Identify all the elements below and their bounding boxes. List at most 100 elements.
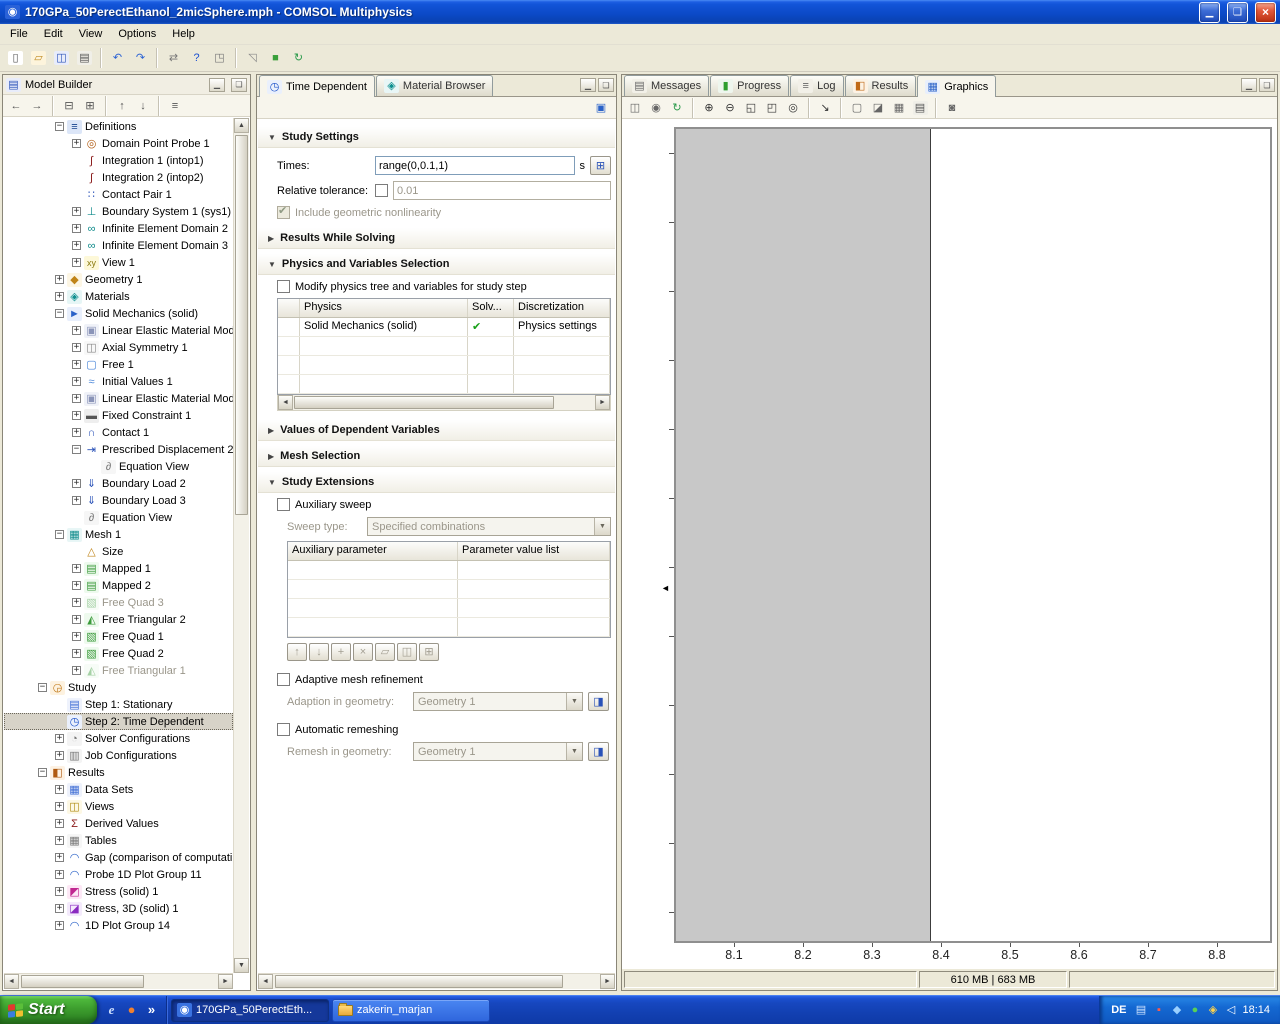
tree-expander[interactable]: + (72, 377, 81, 386)
tree-expander[interactable]: + (55, 802, 64, 811)
transparency-button[interactable]: ◪ (868, 98, 888, 117)
tree-item-integration-1-intop1[interactable]: +∫Integration 1 (intop1) (4, 152, 233, 169)
panel-minimize-button[interactable]: ▁ (580, 78, 596, 92)
refresh-button[interactable]: ↻ (667, 98, 687, 117)
tree-expander[interactable]: + (72, 224, 81, 233)
tree-expander[interactable]: + (72, 411, 81, 420)
tree-item-fixed-constraint-1[interactable]: +▬Fixed Constraint 1 (4, 407, 233, 424)
table-row[interactable] (288, 561, 610, 580)
save-file-button[interactable]: ◫ (397, 643, 417, 661)
table-row[interactable] (278, 356, 610, 375)
tree-expander[interactable]: + (55, 921, 64, 930)
table-row[interactable]: Solid Mechanics (solid)✔Physics settings (278, 318, 610, 337)
tree-expander[interactable]: + (55, 734, 64, 743)
save-button[interactable]: ◫ (50, 47, 73, 70)
range-button[interactable]: ⊞ (419, 643, 439, 661)
tree-item-free-quad-3[interactable]: +▧Free Quad 3 (4, 594, 233, 611)
compute-button[interactable]: ▣ (591, 98, 611, 117)
modify-physics-checkbox[interactable] (277, 280, 290, 293)
tree-item-infinite-element-domain-2[interactable]: +∞Infinite Element Domain 2 (4, 220, 233, 237)
zoom-in-button[interactable]: ⊕ (699, 98, 719, 117)
tree-item-linear-elastic-material-mod[interactable]: +▣Linear Elastic Material Mod (4, 322, 233, 339)
tree-expander[interactable]: + (72, 428, 81, 437)
scene-light-button[interactable]: ▢ (847, 98, 867, 117)
tab-results[interactable]: ◧Results (845, 75, 917, 96)
print-button[interactable]: ▤ (73, 47, 96, 70)
tree-item-job-configurations[interactable]: +▥Job Configurations (4, 747, 233, 764)
tree-item-results[interactable]: −◧Results (4, 764, 233, 781)
go-to-source-button[interactable]: ◨ (588, 742, 609, 761)
tree-item-step-2-time-dependent[interactable]: +◷Step 2: Time Dependent (4, 713, 233, 730)
tree-item-study[interactable]: −◶Study (4, 679, 233, 696)
tree-expander[interactable]: + (72, 666, 81, 675)
help-button[interactable]: ? (185, 47, 208, 70)
load-file-button[interactable]: ▱ (375, 643, 395, 661)
tree-item-gap-comparison-of-computati[interactable]: +◠Gap (comparison of computati (4, 849, 233, 866)
tree-expander[interactable]: + (72, 496, 81, 505)
tree-expander[interactable]: + (55, 836, 64, 845)
update-icon[interactable]: ● (1187, 1003, 1202, 1018)
tree-expander[interactable]: + (72, 598, 81, 607)
settings-horizontal-scrollbar[interactable]: ◄ ► (258, 973, 615, 989)
panel-maximize-button[interactable]: ❏ (231, 78, 247, 92)
tree-expander[interactable]: − (38, 683, 47, 692)
tree-item-solid-mechanics-solid[interactable]: −►Solid Mechanics (solid) (4, 305, 233, 322)
scrollbar-thumb[interactable] (275, 975, 563, 988)
menu-file[interactable]: File (2, 25, 36, 43)
tree-item-step-1-stationary[interactable]: +▤Step 1: Stationary (4, 696, 233, 713)
pan-button[interactable]: ◎ (783, 98, 803, 117)
move-up-button[interactable]: ↑ (112, 96, 132, 115)
tree-expander[interactable]: + (55, 870, 64, 879)
messenger-icon[interactable]: ◆ (1169, 1003, 1184, 1018)
scroll-up-icon[interactable]: ▲ (234, 118, 249, 133)
wireframe-button[interactable]: ▦ (889, 98, 909, 117)
panel-maximize-button[interactable]: ❏ (598, 78, 614, 92)
tree-item-boundary-load-3[interactable]: +⇓Boundary Load 3 (4, 492, 233, 509)
adaption-geometry-select[interactable]: Geometry 1 ▼ (413, 692, 583, 711)
scroll-left-icon[interactable]: ◄ (278, 395, 293, 410)
material-button[interactable]: ■ (264, 47, 287, 70)
chevron-down-icon[interactable]: ▼ (594, 518, 610, 535)
scrollbar-thumb[interactable] (294, 396, 554, 409)
tree-item-equation-view[interactable]: +∂Equation View (4, 458, 233, 475)
tree-item-1d-plot-group-14[interactable]: +◠1D Plot Group 14 (4, 917, 233, 934)
tree-item-boundary-load-2[interactable]: +⇓Boundary Load 2 (4, 475, 233, 492)
tree-expander[interactable]: + (72, 326, 81, 335)
section-dependent-variables[interactable]: ▶ Values of Dependent Variables (258, 420, 615, 441)
shield-icon[interactable]: ◈ (1205, 1003, 1220, 1018)
chevron-down-icon[interactable]: ▼ (566, 693, 582, 710)
physics-table[interactable]: PhysicsSolv...DiscretizationSolid Mechan… (277, 298, 611, 395)
relative-tolerance-checkbox[interactable] (375, 184, 388, 197)
chevron-down-icon[interactable]: ▼ (566, 743, 582, 760)
tree-item-derived-values[interactable]: +ΣDerived Values (4, 815, 233, 832)
menu-button[interactable]: ≡ (165, 96, 185, 115)
tree-item-free-triangular-1[interactable]: +◭Free Triangular 1 (4, 662, 233, 679)
scroll-right-icon[interactable]: ► (218, 974, 233, 989)
scroll-right-icon[interactable]: ► (600, 974, 615, 989)
taskbar-task-170gpa-50perecteth[interactable]: ◉170GPa_50PerectEth... (171, 999, 329, 1022)
tree-item-domain-point-probe-1[interactable]: +◎Domain Point Probe 1 (4, 135, 233, 152)
tree-expander[interactable]: + (72, 139, 81, 148)
plot-canvas[interactable] (674, 127, 1272, 943)
collapse-all-button[interactable]: ⊟ (59, 96, 79, 115)
menu-options[interactable]: Options (110, 25, 164, 43)
tree-item-contact-1[interactable]: +∩Contact 1 (4, 424, 233, 441)
tree-expander[interactable]: + (55, 785, 64, 794)
table-row[interactable] (288, 580, 610, 599)
section-mesh-selection[interactable]: ▶ Mesh Selection (258, 446, 615, 467)
tree-item-free-triangular-2[interactable]: +◭Free Triangular 2 (4, 611, 233, 628)
tree-expander[interactable]: + (55, 853, 64, 862)
menu-edit[interactable]: Edit (36, 25, 71, 43)
tree-item-data-sets[interactable]: +▦Data Sets (4, 781, 233, 798)
refresh-button[interactable]: ↻ (287, 47, 310, 70)
tree-expander[interactable]: + (72, 632, 81, 641)
add-button[interactable]: + (331, 643, 351, 661)
open-button[interactable]: ▱ (27, 47, 50, 70)
pdf-icon[interactable]: ▪ (1151, 1003, 1166, 1018)
move-down-button[interactable]: ↓ (133, 96, 153, 115)
tree-expander[interactable]: + (72, 207, 81, 216)
tree-expander[interactable]: − (72, 445, 81, 454)
display-icon[interactable]: ▤ (1133, 1003, 1148, 1018)
ie-button[interactable]: e (103, 1002, 120, 1019)
go-to-source-button[interactable]: ◨ (588, 692, 609, 711)
